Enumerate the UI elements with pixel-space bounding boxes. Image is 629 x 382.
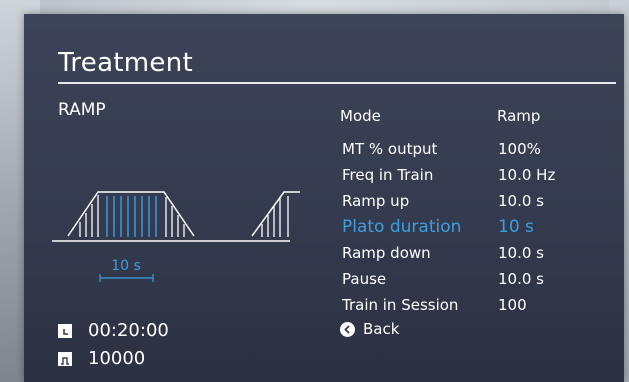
param-value: 100 [498,296,527,314]
session-time-value: 00:20:00 [88,320,169,341]
pulse-count: 10000 [58,348,145,369]
parameter-list: MT % output 100% Freq in Train 10.0 Hz R… [342,136,602,318]
param-label: Ramp down [342,244,431,262]
param-label: MT % output [342,140,438,158]
ramp-up-pulses [79,195,99,237]
plato-duration-label: 10 s [111,258,141,274]
param-label: Plato duration [342,217,462,237]
train-envelope-1 [67,191,195,237]
plato-pulses [106,196,157,237]
pulse-count-value: 10000 [88,348,146,369]
param-row-freq-in-train[interactable]: Freq in Train 10.0 Hz [342,162,602,188]
chevron-left-icon [340,321,355,337]
param-value: 10.0 s [498,270,544,288]
mode-label: Mode [340,107,381,125]
param-value: 100% [498,140,541,158]
session-time: 00:20:00 [58,320,169,341]
param-value: 10.0 s [498,192,544,210]
back-button[interactable]: Back [340,320,399,338]
treatment-panel: Treatment RAMP 10 s 00:20:00 10000 Mode … [24,14,624,382]
param-value: 10.0 Hz [498,166,556,184]
protocol-name: RAMP [58,100,106,120]
param-row-pause[interactable]: Pause 10.0 s [342,266,602,292]
param-label: Pause [342,270,387,288]
param-row-plato-duration[interactable]: Plato duration 10 s [342,214,602,240]
param-label: Freq in Train [342,166,434,184]
train-envelope-2 [251,191,300,237]
ramp-diagram: 10 s [52,191,300,282]
param-row-ramp-up[interactable]: Ramp up 10.0 s [342,188,602,214]
param-row-mt-output[interactable]: MT % output 100% [342,136,602,162]
param-value: 10 s [498,217,534,237]
title-divider [58,82,616,84]
back-button-label: Back [363,320,400,338]
param-value: 10.0 s [498,244,544,262]
page-title: Treatment [58,48,193,78]
param-row-train-in-session[interactable]: Train in Session 100 [342,292,602,318]
clock-icon [58,323,72,338]
param-row-ramp-down[interactable]: Ramp down 10.0 s [342,240,602,266]
pulse-icon [58,351,72,366]
param-label: Ramp up [342,192,410,210]
param-label: Train in Session [342,296,459,314]
mode-value[interactable]: Ramp [497,107,540,125]
